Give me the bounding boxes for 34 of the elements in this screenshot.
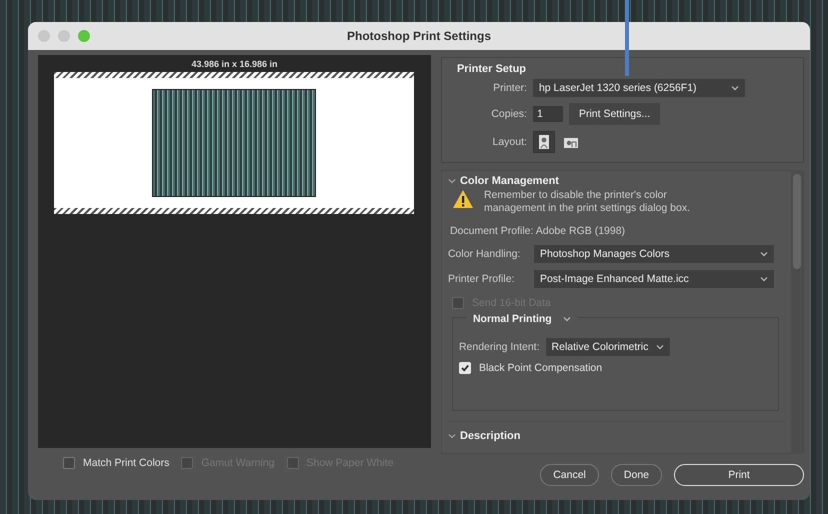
dropdown[interactable]: Post-Image Enhanced Matte.icc	[534, 270, 774, 288]
caret-icon	[760, 276, 768, 282]
print-settings-button[interactable]: Print Settings...	[568, 103, 660, 125]
field-label: Copies:	[490, 108, 527, 120]
field-label: Printer:	[492, 82, 527, 94]
paper-size-label: 43.986 in x 16.986 in	[191, 58, 278, 71]
caret-icon	[656, 344, 664, 350]
field-label: Rendering Intent:	[458, 341, 540, 353]
window-title: Photoshop Print Settings	[346, 29, 492, 43]
dropdown[interactable]: Relative Colorimetric	[546, 338, 670, 356]
dropdown[interactable]: Photoshop Manages Colors	[534, 245, 774, 263]
section-title: Color Management	[460, 175, 559, 187]
caret-icon	[760, 251, 768, 257]
document-profile-text: Document Profile: Adobe RGB (1998)	[448, 224, 626, 239]
checkbox-label: Match Print Colors	[83, 457, 170, 469]
dropdown[interactable]: hp LaserJet 1320 series (6256F1)	[532, 79, 745, 97]
print-button[interactable]: Print	[674, 464, 804, 486]
field-label: Layout:	[492, 136, 527, 148]
copies-field[interactable]: 1	[532, 106, 563, 122]
scrollbar-thumb[interactable]	[793, 174, 801, 269]
caret-icon	[730, 85, 739, 91]
dialog-button[interactable]: Cancel	[540, 464, 599, 486]
checkbox-label: Black Point Compensation	[478, 362, 602, 374]
warning-message: Remember to disable the printer's color management in the print settings dialog box.	[484, 189, 691, 215]
checkbox[interactable]	[63, 457, 75, 469]
warning-icon	[452, 189, 474, 209]
dialog-button[interactable]: Done	[610, 464, 662, 486]
section-header[interactable]: Color Management	[448, 175, 785, 187]
field-label: Printer Profile:	[448, 273, 516, 285]
section-title: Description	[460, 430, 520, 442]
field-label: Color Handling:	[448, 248, 522, 260]
section-title: Printer Setup	[456, 62, 528, 77]
section-header[interactable]: Description	[448, 421, 785, 442]
caret-icon	[562, 316, 571, 322]
